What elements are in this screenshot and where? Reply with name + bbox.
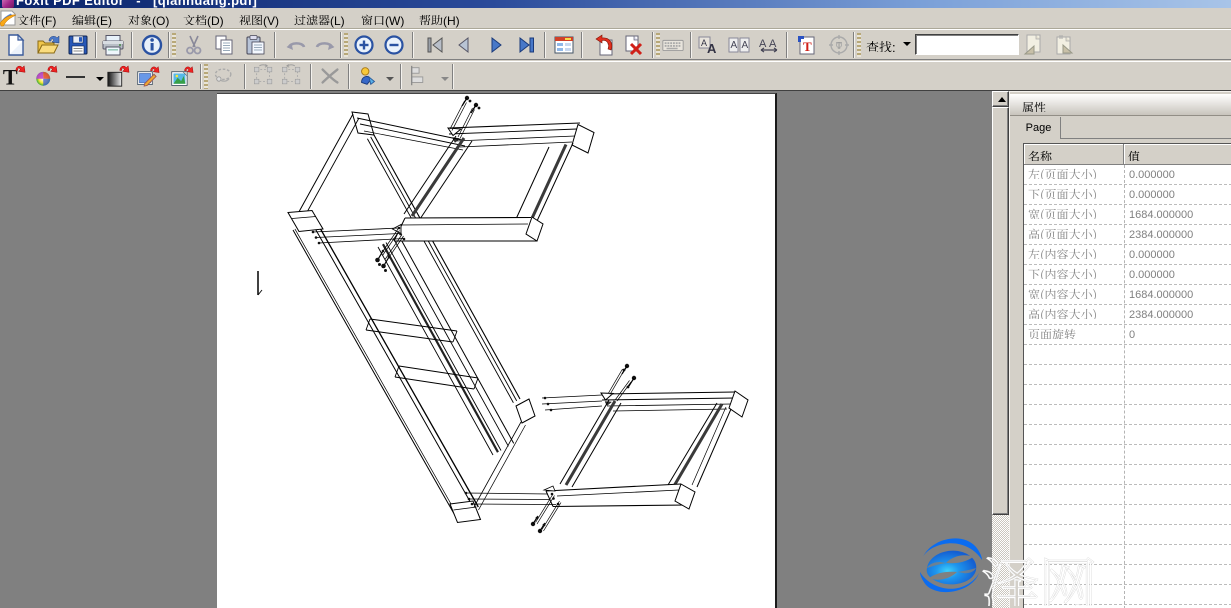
svg-text:T: T (836, 41, 842, 52)
svg-text:A: A (742, 40, 749, 51)
svg-text:A: A (707, 41, 717, 56)
svg-text:T: T (3, 64, 18, 89)
svg-text:A: A (769, 38, 777, 50)
svg-text:A: A (731, 40, 738, 51)
svg-text:T: T (803, 39, 812, 54)
